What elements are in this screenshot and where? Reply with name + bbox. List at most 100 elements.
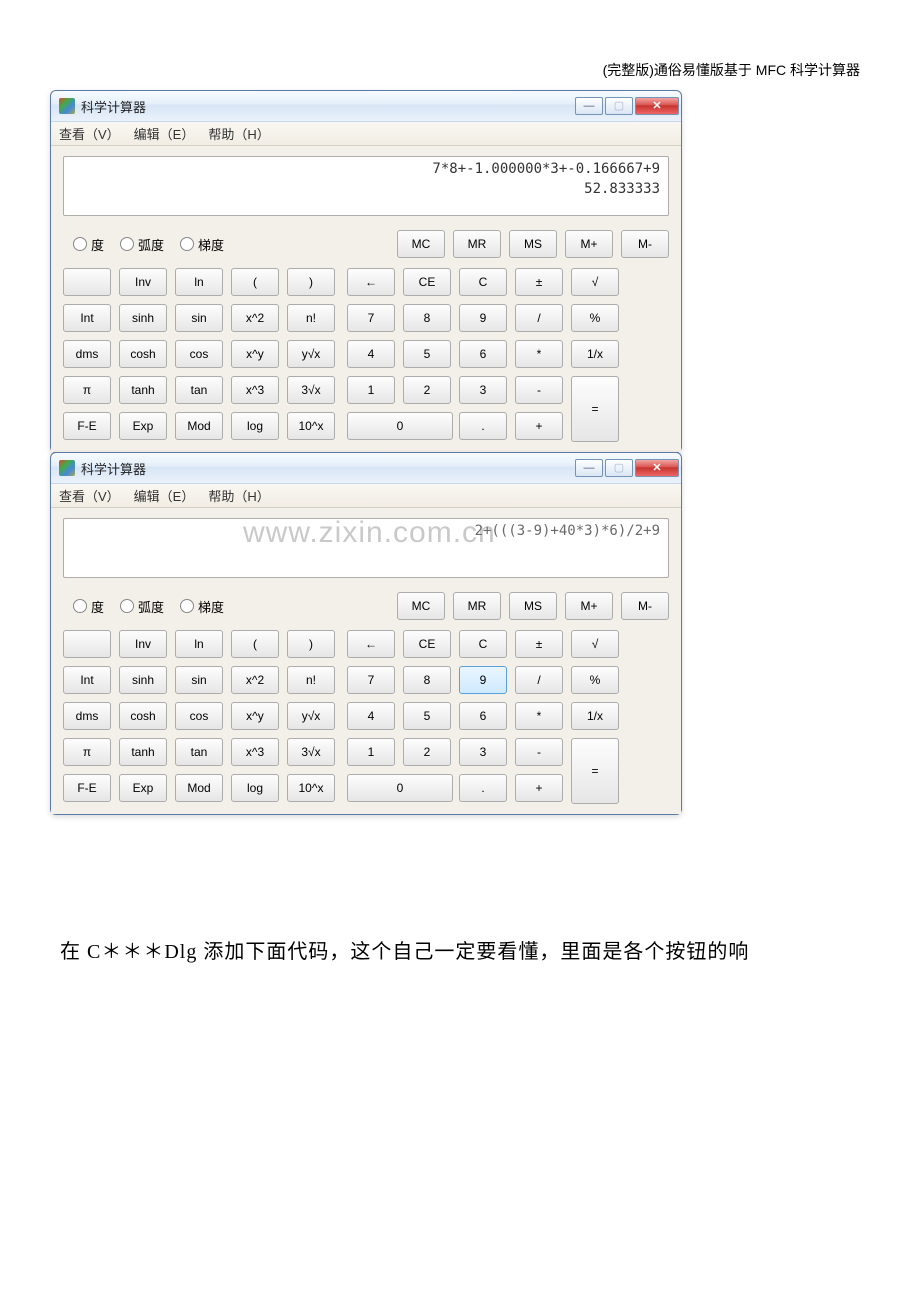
ms-button[interactable]: MS <box>509 592 557 620</box>
n7-button[interactable]: 7 <box>347 666 395 694</box>
subtract-button[interactable]: - <box>515 738 563 766</box>
add-button[interactable]: + <box>515 412 563 440</box>
mc-button[interactable]: MC <box>397 230 445 258</box>
ms-button[interactable]: MS <box>509 230 557 258</box>
fe-button[interactable]: F-E <box>63 774 111 802</box>
minimize-button[interactable]: — <box>575 97 603 115</box>
ce-button[interactable]: CE <box>403 630 451 658</box>
tenx-button[interactable]: 10^x <box>287 774 335 802</box>
menu-edit[interactable]: 编辑（E） <box>134 124 195 143</box>
mminus-button[interactable]: M- <box>621 592 669 620</box>
radio-deg[interactable]: 度 <box>73 235 104 254</box>
subtract-button[interactable]: - <box>515 376 563 404</box>
maximize-button[interactable]: ▢ <box>605 459 633 477</box>
divide-button[interactable]: / <box>515 304 563 332</box>
menu-view[interactable]: 查看（V） <box>59 486 120 505</box>
n1-button[interactable]: 1 <box>347 376 395 404</box>
menu-help[interactable]: 帮助（H） <box>208 124 269 143</box>
sin-button[interactable]: sin <box>175 666 223 694</box>
log-button[interactable]: log <box>231 774 279 802</box>
pi-button[interactable]: π <box>63 376 111 404</box>
mr-button[interactable]: MR <box>453 592 501 620</box>
n5-button[interactable]: 5 <box>403 702 451 730</box>
n6-button[interactable]: 6 <box>459 340 507 368</box>
n8-button[interactable]: 8 <box>403 304 451 332</box>
n8-button[interactable]: 8 <box>403 666 451 694</box>
sinh-button[interactable]: sinh <box>119 666 167 694</box>
reciprocal-button[interactable]: 1/x <box>571 702 619 730</box>
ce-button[interactable]: CE <box>403 268 451 296</box>
mc-button[interactable]: MC <box>397 592 445 620</box>
dot-button[interactable]: . <box>459 774 507 802</box>
yroot-button[interactable]: y√x <box>287 702 335 730</box>
tan-button[interactable]: tan <box>175 738 223 766</box>
n3-button[interactable]: 3 <box>459 376 507 404</box>
tan-button[interactable]: tan <box>175 376 223 404</box>
exp-button[interactable]: Exp <box>119 412 167 440</box>
lparen-button[interactable]: ( <box>231 268 279 296</box>
radio-grad[interactable]: 梯度 <box>180 235 224 254</box>
mplus-button[interactable]: M+ <box>565 592 613 620</box>
n2-button[interactable]: 2 <box>403 376 451 404</box>
int-button[interactable]: Int <box>63 666 111 694</box>
back-button[interactable]: ← <box>347 268 395 296</box>
dms-button[interactable]: dms <box>63 340 111 368</box>
x2-button[interactable]: x^2 <box>231 666 279 694</box>
sinh-button[interactable]: sinh <box>119 304 167 332</box>
menu-edit[interactable]: 编辑（E） <box>134 486 195 505</box>
tenx-button[interactable]: 10^x <box>287 412 335 440</box>
c-button[interactable]: C <box>459 630 507 658</box>
maximize-button[interactable]: ▢ <box>605 97 633 115</box>
radio-deg[interactable]: 度 <box>73 597 104 616</box>
xy-button[interactable]: x^y <box>231 340 279 368</box>
int-button[interactable]: Int <box>63 304 111 332</box>
close-button[interactable]: ✕ <box>635 459 679 477</box>
n5-button[interactable]: 5 <box>403 340 451 368</box>
minimize-button[interactable]: — <box>575 459 603 477</box>
cuberoot-button[interactable]: 3√x <box>287 738 335 766</box>
n6-button[interactable]: 6 <box>459 702 507 730</box>
inv-button[interactable]: Inv <box>119 268 167 296</box>
log-button[interactable]: log <box>231 412 279 440</box>
radio-grad[interactable]: 梯度 <box>180 597 224 616</box>
menu-view[interactable]: 查看（V） <box>59 124 120 143</box>
percent-button[interactable]: % <box>571 666 619 694</box>
cosh-button[interactable]: cosh <box>119 340 167 368</box>
x2-button[interactable]: x^2 <box>231 304 279 332</box>
n1-button[interactable]: 1 <box>347 738 395 766</box>
mod-button[interactable]: Mod <box>175 412 223 440</box>
blank-button[interactable] <box>63 268 111 296</box>
cuberoot-button[interactable]: 3√x <box>287 376 335 404</box>
reciprocal-button[interactable]: 1/x <box>571 340 619 368</box>
n4-button[interactable]: 4 <box>347 340 395 368</box>
sqrt-button[interactable]: √ <box>571 268 619 296</box>
pi-button[interactable]: π <box>63 738 111 766</box>
tanh-button[interactable]: tanh <box>119 376 167 404</box>
equals-button[interactable]: = <box>571 376 619 442</box>
dot-button[interactable]: . <box>459 412 507 440</box>
n7-button[interactable]: 7 <box>347 304 395 332</box>
n9-button[interactable]: 9 <box>459 304 507 332</box>
factorial-button[interactable]: n! <box>287 666 335 694</box>
add-button[interactable]: + <box>515 774 563 802</box>
xy-button[interactable]: x^y <box>231 702 279 730</box>
close-button[interactable]: ✕ <box>635 97 679 115</box>
n3-button[interactable]: 3 <box>459 738 507 766</box>
blank-button[interactable] <box>63 630 111 658</box>
tanh-button[interactable]: tanh <box>119 738 167 766</box>
radio-rad[interactable]: 弧度 <box>120 235 164 254</box>
menu-help[interactable]: 帮助（H） <box>208 486 269 505</box>
lparen-button[interactable]: ( <box>231 630 279 658</box>
rparen-button[interactable]: ) <box>287 268 335 296</box>
fe-button[interactable]: F-E <box>63 412 111 440</box>
exp-button[interactable]: Exp <box>119 774 167 802</box>
x3-button[interactable]: x^3 <box>231 738 279 766</box>
divide-button[interactable]: / <box>515 666 563 694</box>
n0-button[interactable]: 0 <box>347 412 453 440</box>
ln-button[interactable]: ln <box>175 268 223 296</box>
multiply-button[interactable]: * <box>515 702 563 730</box>
n9-button[interactable]: 9 <box>459 666 507 694</box>
n2-button[interactable]: 2 <box>403 738 451 766</box>
n0-button[interactable]: 0 <box>347 774 453 802</box>
rparen-button[interactable]: ) <box>287 630 335 658</box>
